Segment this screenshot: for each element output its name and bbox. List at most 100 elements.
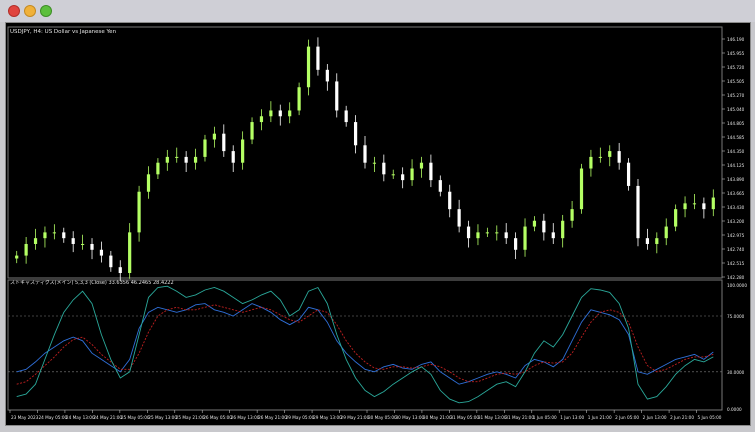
candle-body — [231, 151, 235, 163]
y-tick-label: 145.955 — [727, 51, 745, 56]
x-tick-label: 30 May 13:00 — [395, 415, 424, 420]
chart-canvas[interactable]: USDJPY, H4: US Dollar vs Japanese Yen スト… — [6, 23, 750, 425]
y-tick-label: 146.190 — [727, 37, 745, 42]
sub-y-tick-label: 100.0000 — [727, 283, 747, 288]
candle-body — [466, 226, 471, 239]
candle-body — [24, 243, 28, 256]
candle-body — [175, 156, 179, 158]
main-chart-title: USDJPY, H4: US Dollar vs Japanese Yen — [10, 29, 117, 35]
y-tick-label: 145.040 — [727, 107, 745, 112]
y-tick-label: 144.125 — [727, 163, 745, 168]
candle-body — [438, 180, 442, 192]
candle-body — [551, 232, 555, 239]
candle-body — [52, 232, 56, 234]
candle-body — [353, 122, 358, 146]
x-tick-label: 29 May 13:00 — [313, 415, 342, 420]
sub-y-tick-label: 30.0000 — [727, 370, 745, 375]
x-tick-label: 1 Jun 21:00 — [588, 415, 612, 420]
candle-body — [664, 226, 668, 239]
candle-body — [259, 116, 264, 123]
candle-body — [608, 151, 612, 157]
candle-body — [156, 162, 160, 175]
x-tick-label: 26 May 13:00 — [231, 415, 260, 420]
y-tick-label: 143.890 — [727, 177, 745, 182]
candle-body — [363, 145, 367, 163]
candle-body — [542, 220, 546, 233]
candle-body — [184, 156, 188, 163]
candle-body — [692, 203, 697, 205]
candle-body — [325, 69, 329, 82]
stochastic-series-line — [16, 304, 714, 385]
x-tick-label: 24 May 21:00 — [93, 415, 122, 420]
title-bar — [0, 0, 755, 22]
candle-body — [476, 232, 480, 239]
x-tick-label: 2 Jun 21:00 — [670, 415, 694, 420]
candle-body — [617, 151, 621, 163]
x-tick-label: 31 May 05:00 — [450, 415, 479, 420]
y-tick-label: 142.975 — [727, 233, 745, 238]
candle-body — [81, 243, 85, 245]
candle-body — [335, 81, 339, 111]
candle-body — [561, 220, 565, 239]
candle-body — [90, 243, 94, 250]
candle-body — [71, 238, 75, 244]
candle-body — [655, 238, 659, 244]
stochastic-series-line — [16, 285, 714, 404]
candle-body — [645, 238, 649, 244]
x-tick-label: 1 Jun 13:00 — [560, 415, 584, 420]
candle-body — [193, 156, 198, 163]
y-tick-label: 142.740 — [727, 247, 745, 252]
candle-body — [419, 162, 424, 169]
x-tick-label: 26 May 21:00 — [258, 415, 287, 420]
candle-body — [532, 220, 537, 227]
candle-body — [128, 232, 132, 273]
candle-body — [382, 162, 386, 175]
x-tick-label: 5 Jun 05:00 — [698, 415, 722, 420]
x-tick-label: 29 May 21:00 — [341, 415, 370, 420]
y-tick-label: 144.350 — [727, 149, 745, 154]
y-tick-label: 144.585 — [727, 135, 745, 140]
candle-body — [165, 156, 169, 163]
x-tick-label: 29 May 05:00 — [286, 415, 315, 420]
candle-body — [344, 110, 348, 123]
sub-chart-title: ストキャスティクス(メイン) 5,3,3 (Close) 33.6356 46.… — [10, 280, 174, 286]
candle-body — [306, 46, 311, 88]
x-tick-label: 31 May 21:00 — [505, 415, 534, 420]
x-tick-label: 2 Jun 05:00 — [615, 415, 639, 420]
y-tick-label: 143.200 — [727, 219, 745, 224]
candle-body — [118, 267, 122, 273]
candle-body — [410, 168, 414, 181]
y-tick-label: 145.505 — [727, 79, 745, 84]
candle-body — [448, 191, 452, 210]
candle-body — [429, 162, 433, 181]
candle-body — [297, 87, 301, 111]
candle-body — [241, 139, 245, 163]
candle-body — [683, 203, 687, 210]
y-tick-label: 143.430 — [727, 205, 745, 210]
y-tick-label: 142.280 — [727, 275, 745, 280]
chart-window: USDJPY, H4: US Dollar vs Japanese Yen スト… — [5, 22, 751, 426]
candle-body — [711, 197, 715, 210]
candle-body — [109, 255, 113, 268]
x-tick-label: 30 May 05:00 — [368, 415, 397, 420]
minimize-icon[interactable] — [24, 5, 36, 17]
maximize-icon[interactable] — [40, 5, 52, 17]
candle-body — [514, 238, 518, 250]
x-tick-label: 31 May 13:00 — [478, 415, 507, 420]
candle-body — [598, 156, 602, 158]
candle-body — [203, 139, 207, 157]
candle-body — [504, 232, 508, 239]
candle-body — [137, 191, 141, 233]
candle-body — [212, 133, 216, 140]
candle-body — [99, 249, 104, 256]
candle-body — [401, 174, 405, 181]
close-icon[interactable] — [8, 5, 20, 17]
x-tick-label: 25 May 05:00 — [121, 415, 150, 420]
x-tick-label: 26 May 05:00 — [203, 415, 232, 420]
candle-body — [146, 174, 151, 192]
candle-body — [222, 133, 226, 152]
y-tick-label: 144.805 — [727, 121, 745, 126]
stochastic-series-line — [16, 303, 714, 385]
candle-body — [523, 226, 527, 250]
y-tick-label: 143.665 — [727, 191, 745, 196]
